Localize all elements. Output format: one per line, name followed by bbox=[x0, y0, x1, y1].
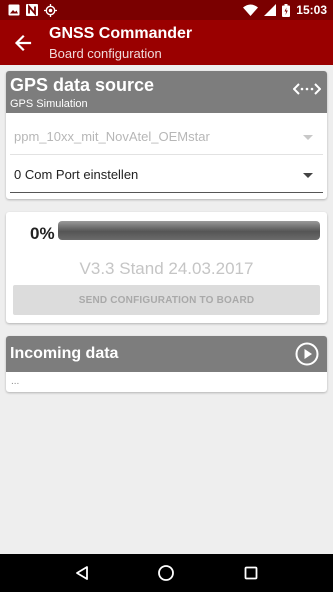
progress-bar bbox=[58, 221, 320, 240]
home-circle-icon[interactable] bbox=[153, 560, 179, 586]
wifi-icon bbox=[243, 4, 259, 16]
clock: 15:03 bbox=[296, 3, 327, 17]
arrow-left-icon[interactable] bbox=[10, 30, 36, 56]
incoming-data-card: Incoming data ... bbox=[6, 336, 327, 392]
progress-percent: 0% bbox=[30, 224, 55, 243]
gps-target-icon bbox=[44, 3, 57, 17]
incoming-data-title: Incoming data bbox=[10, 345, 119, 362]
navigation-bar bbox=[0, 554, 333, 592]
gps-source-card: GPS data source GPS Simulation ppm_10xx_… bbox=[6, 71, 327, 199]
status-bar: 15:03 bbox=[0, 0, 333, 20]
app-subtitle: Board configuration bbox=[49, 46, 162, 61]
n-notification-icon bbox=[26, 4, 38, 16]
chevron-down-icon bbox=[303, 135, 313, 140]
send-configuration-button[interactable]: SEND CONFIGURATION TO BOARD bbox=[13, 285, 320, 315]
file-select[interactable]: ppm_10xx_mit_NovAtel_OEMstar bbox=[10, 119, 323, 155]
recents-square-icon[interactable] bbox=[238, 560, 264, 586]
incoming-data-text: ... bbox=[11, 376, 20, 387]
incoming-data-header: Incoming data bbox=[6, 336, 327, 372]
com-port-select-value: 0 Com Port einstellen bbox=[14, 167, 139, 182]
app-bar: GNSS Commander Board configuration bbox=[0, 20, 333, 65]
app-title: GNSS Commander bbox=[49, 25, 193, 42]
battery-icon bbox=[282, 3, 291, 17]
chevron-down-icon bbox=[303, 173, 313, 178]
gps-source-subtitle: GPS Simulation bbox=[10, 98, 88, 110]
com-port-select[interactable]: 0 Com Port einstellen bbox=[10, 157, 323, 193]
gps-source-title: GPS data source bbox=[10, 75, 155, 95]
file-select-value: ppm_10xx_mit_NovAtel_OEMstar bbox=[14, 129, 210, 144]
progress-card: 0% V3.3 Stand 24.03.2017 SEND CONFIGURAT… bbox=[6, 212, 327, 323]
version-label: V3.3 Stand 24.03.2017 bbox=[79, 259, 254, 278]
image-icon bbox=[8, 4, 20, 16]
signal-icon bbox=[264, 4, 277, 16]
back-triangle-icon[interactable] bbox=[69, 560, 95, 586]
gps-source-header: GPS data source GPS Simulation bbox=[6, 71, 327, 113]
swap-horizontal-icon[interactable] bbox=[292, 77, 322, 101]
play-circle-icon[interactable] bbox=[295, 342, 319, 366]
